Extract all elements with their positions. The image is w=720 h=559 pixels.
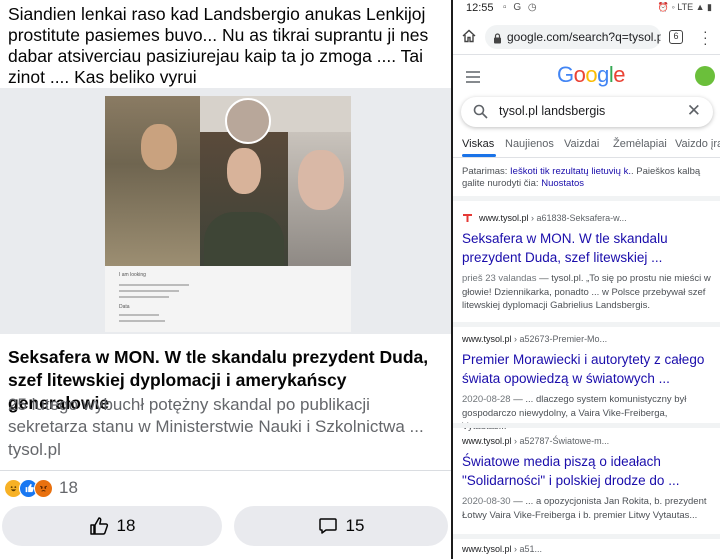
clear-search-icon[interactable]: ✕ (687, 101, 701, 121)
google-logo[interactable]: Google (557, 62, 626, 88)
result-site: www.tysol.pl (462, 544, 512, 554)
tip-prefix: Patarimas: (462, 166, 508, 177)
result-site: www.tysol.pl (479, 212, 529, 223)
lithuanian-only-link[interactable]: Ieškoti tik rezultatų lietuvių k. (510, 166, 631, 177)
result-snippet: 2020-08-30 — ... a opozycjonista Jan Rok… (462, 495, 714, 522)
search-result[interactable]: www.tysol.pl › a51... (462, 544, 714, 554)
google-logo-letter: e (613, 62, 626, 87)
result-separator (453, 534, 720, 539)
google-logo-letter: g (597, 62, 609, 87)
result-separator (453, 322, 720, 327)
reaction-count: 18 (59, 478, 78, 497)
doc-text-line: I am looking (119, 272, 146, 278)
notification-icons: ▫ G ◷ (503, 2, 539, 13)
home-icon[interactable] (461, 28, 477, 44)
google-logo-letter: o (585, 62, 598, 87)
photo-circle-inset (225, 98, 271, 144)
status-time: 12:55 (466, 2, 494, 14)
search-query[interactable]: tysol.pl landsbergis (499, 104, 605, 118)
tab-all[interactable]: Viskas (462, 138, 494, 150)
search-result[interactable]: www.tysol.pl › a61838-Seksafera-w... Sek… (462, 212, 714, 313)
result-cite: www.tysol.pl › a51... (462, 544, 714, 554)
result-path: › a52787-Światowe-m... (514, 436, 610, 446)
result-site: www.tysol.pl (462, 334, 512, 344)
comment-bubble-icon (318, 516, 338, 536)
angry-reaction-icon (34, 478, 53, 498)
tab-switcher-button[interactable]: 6 (669, 30, 683, 44)
preferences-link[interactable]: Nuostatos (541, 178, 584, 189)
tab-videos[interactable]: Vaizdo įrašai (675, 138, 720, 150)
link-description: 25 lutego wybuchł potężny skandal po pub… (8, 395, 424, 436)
divider (0, 470, 451, 471)
tab-maps[interactable]: Žemėlapiai (613, 138, 667, 150)
reactions-summary[interactable]: 18 (4, 478, 78, 498)
result-path: › a61838-Seksafera-w... (531, 212, 627, 223)
thumbs-up-icon (89, 516, 109, 536)
facebook-post: Siandien lenkai raso kad Landsbergio anu… (0, 0, 451, 559)
comment-count: 15 (345, 516, 365, 535)
status-right-icons: ⏰ ◦ LTE ▲ ▮ (657, 2, 712, 12)
lock-icon (493, 31, 502, 49)
language-tip: Patarimas: Ieškoti tik rezultatų lietuvi… (462, 166, 714, 190)
tabs-divider (453, 157, 720, 158)
photo-man-uniform (105, 96, 200, 266)
result-cite: www.tysol.pl › a52673-Premier-Mo... (462, 334, 714, 344)
result-path: › a51... (514, 544, 543, 554)
browser-toolbar: google.com/search?q=tysol.pl+ 6 · · · (453, 22, 720, 52)
overflow-menu-icon[interactable]: · · · (703, 24, 708, 50)
address-bar[interactable]: google.com/search?q=tysol.pl+ (485, 25, 661, 49)
comment-button[interactable]: 15 (234, 506, 448, 546)
result-path: › a52673-Premier-Mo... (514, 334, 608, 344)
tab-images[interactable]: Vaizdai (564, 138, 599, 150)
result-cite: www.tysol.pl › a52787-Światowe-m... (462, 436, 714, 446)
search-result[interactable]: www.tysol.pl › a52673-Premier-Mo... Prem… (462, 334, 714, 434)
like-count: 18 (116, 516, 136, 535)
result-separator (453, 196, 720, 201)
hamburger-menu-icon[interactable] (465, 70, 481, 88)
link-source: tysol.pl (8, 440, 61, 459)
post-text: Siandien lenkai raso kad Landsbergio anu… (8, 4, 429, 87)
toolbar-divider (453, 54, 720, 55)
result-title[interactable]: Premier Morawiecki i autorytety z całego… (462, 350, 714, 388)
result-snippet: prieš 23 valandas — tysol.pl. „To się po… (462, 272, 714, 313)
like-button[interactable]: 18 (2, 506, 222, 546)
result-title[interactable]: Seksafera w MON. W tle skandalu prezyden… (462, 229, 714, 267)
network-type: LTE (677, 2, 694, 12)
photo-woman-uniform (200, 132, 288, 272)
result-cite: www.tysol.pl › a61838-Seksafera-w... (462, 212, 714, 223)
status-bar: 12:55 ▫ G ◷ ⏰ ◦ LTE ▲ ▮ (453, 0, 720, 20)
account-avatar[interactable] (695, 66, 715, 86)
result-site: www.tysol.pl (462, 436, 512, 446)
google-search-screen: 12:55 ▫ G ◷ ⏰ ◦ LTE ▲ ▮ google.com/searc… (453, 0, 720, 559)
result-title[interactable]: Światowe media piszą o ideałach "Solidar… (462, 452, 714, 490)
doc-text-line: Data (119, 304, 130, 310)
google-logo-letter: o (573, 62, 586, 87)
link-preview-image[interactable]: I am looking Data (105, 96, 351, 332)
photo-man-closeup (288, 132, 351, 272)
result-separator (453, 423, 720, 428)
search-icon (473, 104, 488, 124)
search-box[interactable]: tysol.pl landsbergis ✕ (461, 97, 713, 127)
search-result[interactable]: www.tysol.pl › a52787-Światowe-m... Świa… (462, 436, 714, 522)
photo-document-snippet: I am looking Data (105, 266, 351, 332)
result-date: prieš 23 valandas (462, 273, 537, 284)
tysol-favicon (462, 212, 473, 223)
result-date: 2020-08-30 (462, 496, 511, 507)
result-date: 2020-08-28 (462, 394, 511, 405)
google-logo-letter: G (557, 62, 574, 87)
tab-news[interactable]: Naujienos (505, 138, 554, 150)
